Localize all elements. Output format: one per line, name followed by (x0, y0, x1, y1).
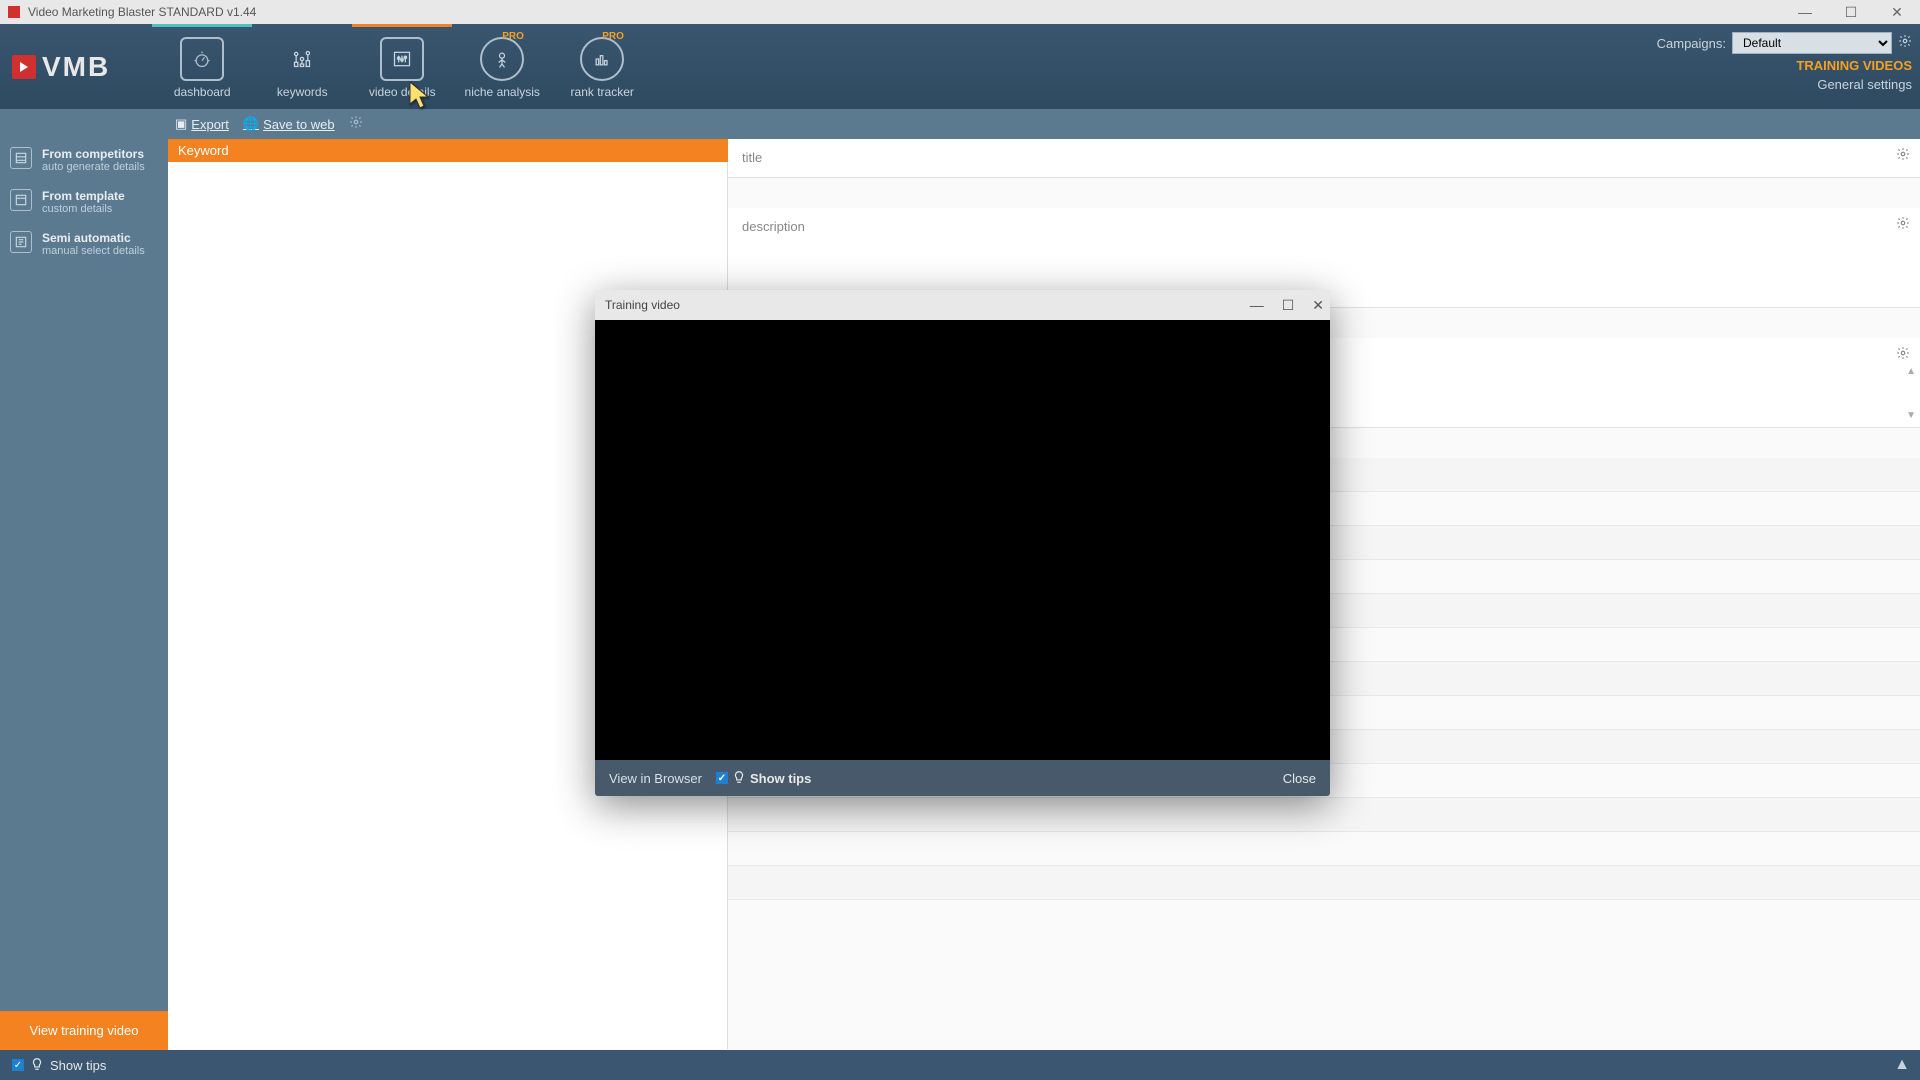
sidebar-text: Semi automatic manual select details (42, 231, 145, 257)
tab-label: niche analysis (465, 85, 540, 99)
sidebar-text: From competitors auto generate details (42, 147, 145, 173)
sidebar-title: From template (42, 189, 125, 203)
check-icon: ✓ (716, 772, 728, 784)
sidebar-item-template[interactable]: From template custom details (0, 181, 168, 223)
sidebar-sub: custom details (42, 203, 125, 215)
window-title: Video Marketing Blaster STANDARD v1.44 (28, 5, 256, 19)
save-to-web-link[interactable]: 🌐 Save to web (243, 116, 335, 132)
sidebar-sub: auto generate details (42, 161, 145, 173)
modal-close-link[interactable]: Close (1283, 771, 1316, 786)
export-link[interactable]: ▣ Export (175, 116, 229, 132)
training-video-modal: Training video — ☐ ✕ View in Browser ✓ S… (595, 290, 1330, 796)
save-web-label: Save to web (263, 117, 335, 132)
tab-label: dashboard (174, 85, 231, 99)
general-settings-link[interactable]: General settings (1817, 77, 1912, 92)
app-icon (8, 6, 20, 18)
logo-text: VMB (42, 51, 110, 83)
close-window-button[interactable]: ✕ (1874, 0, 1920, 24)
modal-window-controls: — ☐ ✕ (1250, 297, 1324, 314)
tab-niche-analysis[interactable]: PRO niche analysis (452, 24, 552, 109)
modal-titlebar: Training video — ☐ ✕ (595, 290, 1330, 320)
video-details-icon (380, 37, 424, 81)
view-training-video-button[interactable]: View training video (0, 1011, 168, 1050)
sidebar-title: From competitors (42, 147, 145, 161)
dashboard-icon (180, 37, 224, 81)
keywords-icon (280, 37, 324, 81)
pro-badge: PRO (502, 31, 524, 42)
tab-label: rank tracker (571, 85, 634, 99)
bulb-icon (732, 770, 746, 787)
window-titlebar: Video Marketing Blaster STANDARD v1.44 —… (0, 0, 1920, 24)
window-controls: — ☐ ✕ (1782, 0, 1920, 24)
export-label: Export (191, 117, 229, 132)
niche-analysis-icon (480, 37, 524, 81)
scroll-up-icon[interactable]: ▲ (1906, 366, 1916, 377)
sidebar-item-semi-auto[interactable]: Semi automatic manual select details (0, 223, 168, 265)
logo: VMB (0, 51, 122, 83)
video-player[interactable] (595, 320, 1330, 760)
list-row (728, 866, 1920, 900)
view-in-browser-link[interactable]: View in Browser (609, 771, 702, 786)
modal-title: Training video (605, 298, 680, 312)
tab-dashboard[interactable]: dashboard (152, 24, 252, 109)
nav-tabs: dashboard keywords video details PRO nic… (152, 24, 652, 109)
training-videos-link[interactable]: TRAINING VIDEOS (1796, 58, 1912, 73)
competitors-icon (10, 147, 32, 169)
pro-badge: PRO (602, 31, 624, 42)
modal-show-tips-toggle[interactable]: ✓ Show tips (716, 770, 811, 787)
keyword-header: Keyword (168, 139, 728, 162)
gear-icon[interactable] (1898, 34, 1912, 53)
bottom-bar: ✓ Show tips ▲ (0, 1050, 1920, 1080)
modal-close-button[interactable]: ✕ (1312, 297, 1324, 314)
tab-label: video details (369, 85, 436, 99)
show-tips-toggle[interactable]: ✓ Show tips (12, 1057, 106, 1074)
modal-show-tips-label: Show tips (750, 771, 811, 786)
modal-footer: View in Browser ✓ Show tips Close (595, 760, 1330, 796)
title-label: title (742, 150, 762, 165)
campaigns-label: Campaigns: (1657, 36, 1726, 51)
expand-icon[interactable]: ▲ (1894, 1056, 1910, 1074)
scroll-down-icon[interactable]: ▼ (1906, 410, 1916, 421)
campaigns-select[interactable]: Default (1732, 32, 1892, 54)
template-icon (10, 189, 32, 211)
check-icon: ✓ (12, 1059, 24, 1071)
sidebar-title: Semi automatic (42, 231, 145, 245)
gear-icon[interactable] (1896, 216, 1910, 235)
show-tips-label: Show tips (50, 1058, 106, 1073)
top-nav: VMB dashboard keywords video details PRO (0, 24, 1920, 109)
sidebar-sub: manual select details (42, 245, 145, 257)
semi-auto-icon (10, 231, 32, 253)
title-field[interactable]: title (728, 139, 1920, 178)
bulb-icon (30, 1057, 44, 1074)
topnav-right: Campaigns: Default TRAINING VIDEOS Gener… (1657, 32, 1912, 92)
rank-tracker-icon (580, 37, 624, 81)
sidebar: From competitors auto generate details F… (0, 139, 168, 1050)
loading-icon (349, 115, 363, 134)
tab-keywords[interactable]: keywords (252, 24, 352, 109)
tab-label: keywords (277, 85, 328, 99)
tab-video-details[interactable]: video details (352, 24, 452, 109)
list-row (728, 798, 1920, 832)
gear-icon[interactable] (1896, 147, 1910, 166)
sidebar-text: From template custom details (42, 189, 125, 215)
globe-icon: 🌐 (243, 116, 259, 132)
sub-toolbar: ▣ Export 🌐 Save to web (0, 109, 1920, 139)
logo-icon (12, 55, 36, 79)
gear-icon[interactable] (1896, 346, 1910, 365)
export-icon: ▣ (175, 116, 187, 132)
tab-rank-tracker[interactable]: PRO rank tracker (552, 24, 652, 109)
sidebar-item-competitors[interactable]: From competitors auto generate details (0, 139, 168, 181)
minimize-button[interactable]: — (1782, 0, 1828, 24)
list-row (728, 832, 1920, 866)
modal-minimize-button[interactable]: — (1250, 297, 1264, 314)
description-label: description (742, 219, 805, 234)
maximize-button[interactable]: ☐ (1828, 0, 1874, 24)
modal-maximize-button[interactable]: ☐ (1282, 297, 1295, 314)
campaigns-row: Campaigns: Default (1657, 32, 1912, 54)
